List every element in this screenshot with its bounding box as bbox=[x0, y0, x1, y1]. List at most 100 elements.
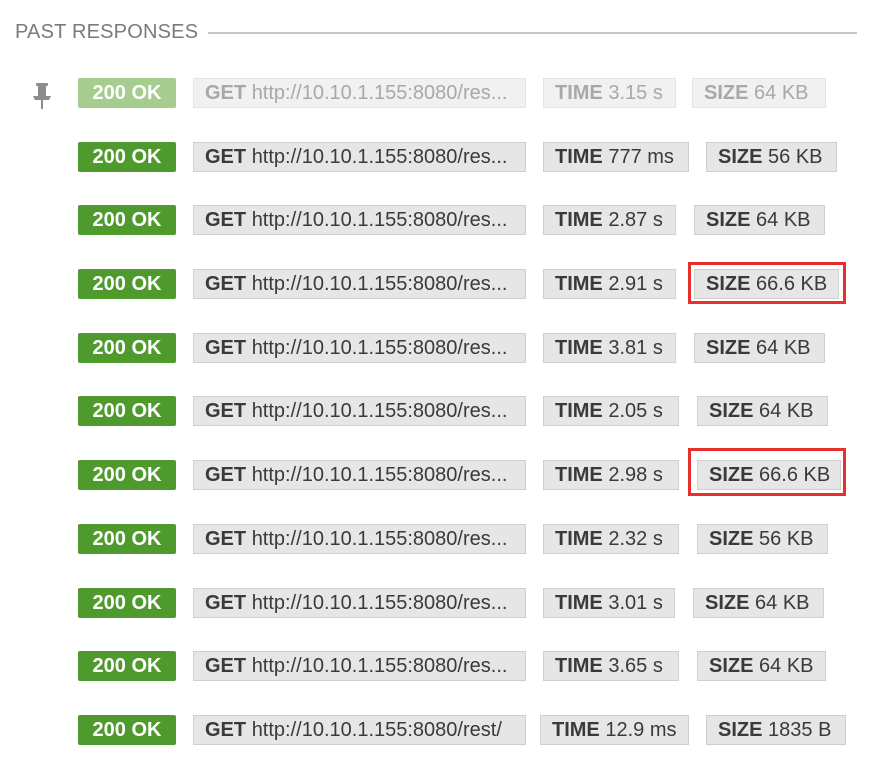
highlight-box bbox=[688, 262, 846, 305]
time-value: 2.32 s bbox=[608, 527, 663, 550]
size-label: SIZE bbox=[706, 209, 751, 232]
method-label: GET bbox=[205, 400, 247, 423]
time-label: TIME bbox=[555, 527, 603, 550]
size-label: SIZE bbox=[718, 718, 763, 741]
status-badge[interactable]: 200 OK bbox=[78, 714, 176, 745]
size-label: SIZE bbox=[704, 82, 749, 104]
size-label: SIZE bbox=[718, 145, 763, 168]
response-row-7[interactable]: 200 OK GET http://10.10.1.155:8080/res..… bbox=[0, 448, 874, 524]
time-badge: TIME 2.32 s bbox=[543, 523, 679, 554]
response-row-1[interactable]: 200 OK GET http://10.10.1.155:8080/res..… bbox=[0, 78, 874, 142]
time-label: TIME bbox=[555, 591, 603, 614]
size-label: SIZE bbox=[709, 527, 754, 550]
time-label: TIME bbox=[555, 464, 603, 487]
size-value: 64 KB bbox=[759, 655, 814, 678]
response-row-10[interactable]: 200 OK GET http://10.10.1.155:8080/res..… bbox=[0, 651, 874, 715]
time-badge: TIME 2.87 s bbox=[543, 205, 676, 236]
status-badge[interactable]: 200 OK bbox=[78, 205, 176, 236]
status-badge[interactable]: 200 OK bbox=[78, 141, 176, 172]
request-url[interactable]: GET http://10.10.1.155:8080/res... bbox=[193, 396, 526, 427]
time-label: TIME bbox=[555, 400, 603, 423]
time-label: TIME bbox=[555, 655, 603, 678]
request-url[interactable]: GET http://10.10.1.155:8080/rest/ bbox=[193, 714, 526, 745]
request-url[interactable]: GET http://10.10.1.155:8080/res... bbox=[193, 332, 526, 363]
size-value: 64 KB bbox=[755, 591, 810, 614]
time-value: 777 ms bbox=[608, 145, 674, 168]
response-row-4[interactable]: 200 OK GET http://10.10.1.155:8080/res..… bbox=[0, 262, 874, 333]
url-text: http://10.10.1.155:8080/res... bbox=[251, 82, 508, 104]
pushpin-icon[interactable] bbox=[30, 82, 54, 110]
response-row-9[interactable]: 200 OK GET http://10.10.1.155:8080/res..… bbox=[0, 587, 874, 652]
size-value: 64 KB bbox=[756, 209, 811, 232]
status-badge[interactable]: 200 OK bbox=[78, 332, 176, 363]
size-badge: SIZE 64 KB bbox=[693, 587, 824, 618]
time-value: 2.05 s bbox=[608, 400, 663, 423]
status-badge[interactable]: 200 OK bbox=[78, 269, 176, 300]
request-url[interactable]: GET http://10.10.1.155:8080/res... bbox=[193, 587, 526, 618]
size-badge: SIZE 64 KB bbox=[694, 332, 825, 363]
response-row-8[interactable]: 200 OK GET http://10.10.1.155:8080/res..… bbox=[0, 523, 874, 588]
time-value: 3.15 s bbox=[608, 82, 663, 104]
time-badge: TIME 2.91 s bbox=[543, 269, 676, 300]
status-badge[interactable]: 200 OK bbox=[78, 587, 176, 618]
past-responses-header: PAST RESPONSES bbox=[15, 18, 857, 46]
method-label: GET bbox=[205, 145, 247, 168]
url-text: http://10.10.1.155:8080/res... bbox=[251, 145, 508, 168]
size-label: SIZE bbox=[705, 591, 750, 614]
time-badge: TIME 3.01 s bbox=[543, 587, 675, 618]
past-responses-panel: PAST RESPONSES 200 OK GET http://10.10.1… bbox=[0, 0, 874, 766]
time-label: TIME bbox=[555, 82, 603, 104]
time-badge: TIME 2.05 s bbox=[543, 396, 679, 427]
size-value: 1835 B bbox=[768, 718, 832, 741]
response-row-5[interactable]: 200 OK GET http://10.10.1.155:8080/res..… bbox=[0, 332, 874, 397]
time-badge: TIME 3.81 s bbox=[543, 332, 676, 363]
method-label: GET bbox=[205, 209, 247, 232]
time-label: TIME bbox=[555, 145, 603, 168]
url-text: http://10.10.1.155:8080/res... bbox=[251, 527, 508, 550]
request-url[interactable]: GET http://10.10.1.155:8080/res... bbox=[193, 205, 526, 236]
method-label: GET bbox=[205, 527, 247, 550]
time-value: 3.81 s bbox=[608, 336, 663, 359]
highlight-box bbox=[688, 448, 846, 497]
status-badge[interactable]: 200 OK bbox=[78, 460, 176, 491]
size-value: 56 KB bbox=[759, 527, 814, 550]
time-badge: TIME 2.98 s bbox=[543, 460, 679, 491]
request-url[interactable]: GET http://10.10.1.155:8080/res... bbox=[193, 651, 526, 682]
status-badge[interactable]: 200 OK bbox=[78, 78, 176, 108]
url-text: http://10.10.1.155:8080/res... bbox=[251, 209, 508, 232]
size-badge: SIZE 64 KB bbox=[697, 396, 828, 427]
status-badge[interactable]: 200 OK bbox=[78, 651, 176, 682]
responses-list: 200 OK GET http://10.10.1.155:8080/res..… bbox=[0, 78, 874, 779]
url-text: http://10.10.1.155:8080/res... bbox=[251, 591, 508, 614]
time-value: 2.87 s bbox=[608, 209, 663, 232]
method-label: GET bbox=[205, 718, 247, 741]
url-text: http://10.10.1.155:8080/res... bbox=[251, 655, 508, 678]
request-url[interactable]: GET http://10.10.1.155:8080/res... bbox=[193, 460, 526, 491]
method-label: GET bbox=[205, 464, 247, 487]
request-url[interactable]: GET http://10.10.1.155:8080/res... bbox=[193, 269, 526, 300]
size-label: SIZE bbox=[706, 336, 751, 359]
request-url[interactable]: GET http://10.10.1.155:8080/res... bbox=[193, 141, 526, 172]
status-badge[interactable]: 200 OK bbox=[78, 523, 176, 554]
method-label: GET bbox=[205, 655, 247, 678]
response-row-3[interactable]: 200 OK GET http://10.10.1.155:8080/res..… bbox=[0, 205, 874, 269]
method-label: GET bbox=[205, 336, 247, 359]
time-badge: TIME 3.15 s bbox=[543, 78, 676, 108]
url-text: http://10.10.1.155:8080/rest/ bbox=[251, 718, 502, 741]
section-title: PAST RESPONSES bbox=[15, 21, 199, 43]
request-url[interactable]: GET http://10.10.1.155:8080/res... bbox=[193, 523, 526, 554]
size-label: SIZE bbox=[709, 655, 754, 678]
request-url[interactable]: GET http://10.10.1.155:8080/res... bbox=[193, 78, 526, 108]
time-badge: TIME 3.65 s bbox=[543, 651, 679, 682]
time-value: 3.65 s bbox=[608, 655, 663, 678]
time-badge: TIME 12.9 ms bbox=[540, 714, 689, 745]
response-row-2[interactable]: 200 OK GET http://10.10.1.155:8080/res..… bbox=[0, 141, 874, 206]
time-label: TIME bbox=[552, 718, 600, 741]
size-badge: SIZE 64 KB bbox=[692, 78, 826, 108]
time-badge: TIME 777 ms bbox=[543, 141, 689, 172]
size-badge: SIZE 56 KB bbox=[706, 141, 837, 172]
size-value: 64 KB bbox=[754, 82, 809, 104]
status-badge[interactable]: 200 OK bbox=[78, 396, 176, 427]
response-row-11[interactable]: 200 OK GET http://10.10.1.155:8080/rest/… bbox=[0, 714, 874, 779]
url-text: http://10.10.1.155:8080/res... bbox=[251, 464, 508, 487]
